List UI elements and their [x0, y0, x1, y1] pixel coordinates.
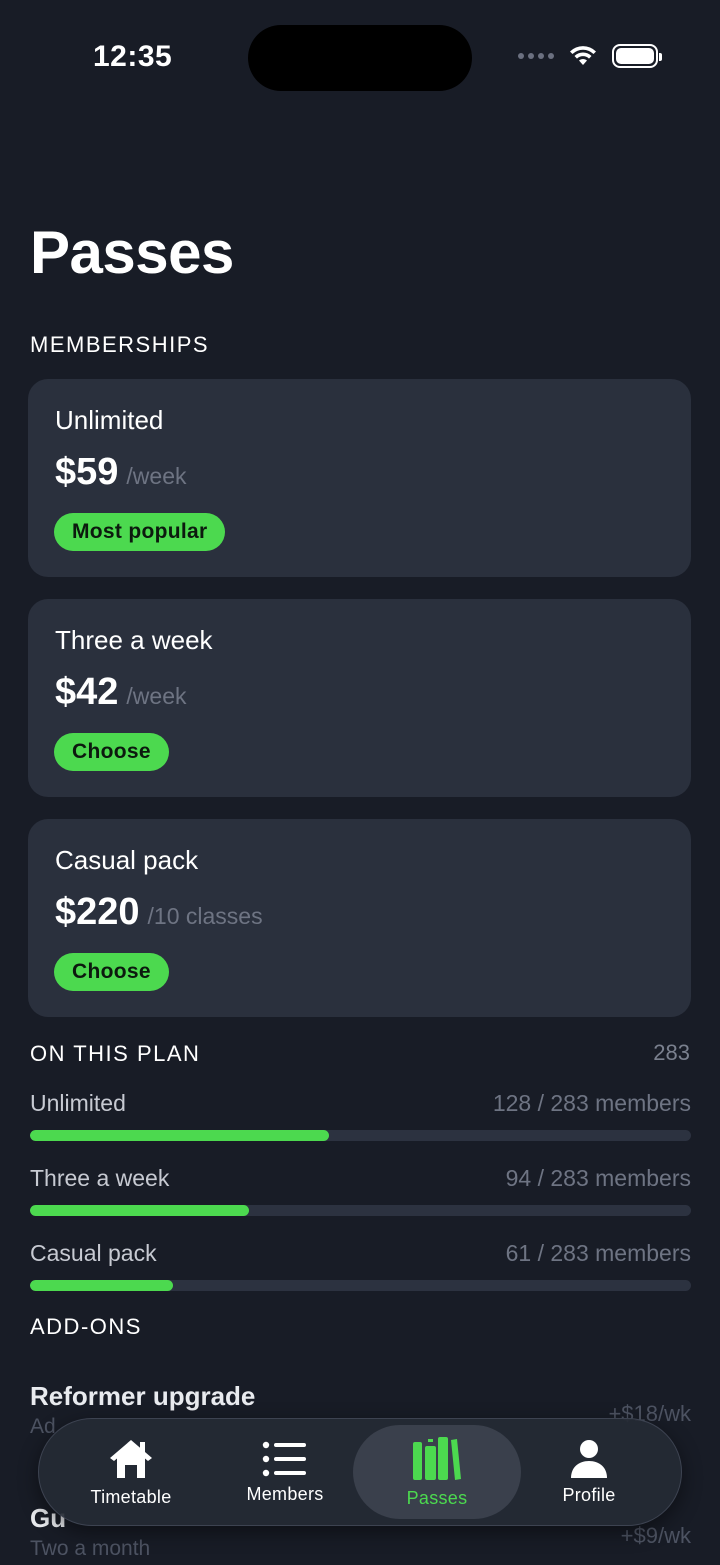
- choose-button[interactable]: Choose: [54, 733, 169, 771]
- tab-passes[interactable]: Passes: [353, 1425, 521, 1519]
- wifi-icon: [570, 46, 596, 65]
- plan-row-label: Unlimited: [30, 1090, 126, 1116]
- tab-profile[interactable]: Profile: [505, 1425, 673, 1519]
- plan-total-count: 283: [653, 1040, 690, 1065]
- tab-timetable[interactable]: Timetable: [47, 1425, 215, 1519]
- membership-price-row: $42 /week: [55, 671, 187, 714]
- page-title: Passes: [30, 219, 234, 286]
- membership-price-row: $220 /10 classes: [55, 891, 263, 934]
- membership-price: $59: [55, 451, 119, 493]
- memberships-heading: MEMBERSHIPS: [30, 332, 210, 357]
- tab-bar: Timetable Members Passes Profile: [38, 1418, 682, 1526]
- plan-row-label: Three a week: [30, 1165, 170, 1191]
- membership-name: Three a week: [55, 625, 213, 655]
- tab-label: Profile: [562, 1484, 616, 1505]
- membership-unit: /week: [126, 683, 187, 709]
- tab-members[interactable]: Members: [201, 1425, 369, 1519]
- plan-progress-track: [30, 1280, 691, 1291]
- plan-row-count: 61 / 283 members: [505, 1240, 691, 1266]
- status-icons: [518, 44, 662, 68]
- add-ons-heading: ADD-ONS: [30, 1314, 142, 1339]
- membership-card-unlimited[interactable]: Unlimited $59 /week Most popular: [28, 379, 691, 577]
- plan-row-label: Casual pack: [30, 1240, 157, 1266]
- membership-name: Unlimited: [55, 405, 164, 435]
- signal-dots-icon: [518, 53, 554, 59]
- membership-price-row: $59 /week: [55, 451, 187, 494]
- tab-label: Timetable: [90, 1486, 172, 1507]
- plan-progress-bar: [30, 1205, 250, 1216]
- person-icon: [571, 1439, 607, 1478]
- choose-button[interactable]: Choose: [54, 953, 169, 991]
- books-icon: [413, 1436, 461, 1480]
- battery-icon: [612, 44, 662, 68]
- membership-card-three-a-week[interactable]: Three a week $42 /week Choose: [28, 599, 691, 797]
- plan-progress-bar: [30, 1130, 329, 1141]
- membership-name: Casual pack: [55, 845, 199, 875]
- plan-row-count: 128 / 283 members: [492, 1090, 691, 1116]
- tab-label: Members: [246, 1483, 324, 1504]
- addon-price: +$9/wk: [620, 1523, 691, 1548]
- membership-price: $42: [55, 671, 119, 713]
- addon-title: Reformer upgrade: [30, 1381, 256, 1411]
- most-popular-badge[interactable]: Most popular: [54, 513, 226, 551]
- addon-subtitle: Two a month: [30, 1537, 151, 1560]
- tab-label: Passes: [406, 1487, 468, 1508]
- membership-unit: /week: [126, 463, 187, 489]
- membership-price: $220: [55, 891, 140, 933]
- on-this-plan-heading: ON THIS PLAN: [30, 1041, 201, 1066]
- status-time: 12:35: [93, 40, 173, 73]
- membership-unit: /10 classes: [147, 903, 263, 929]
- plan-progress-bar: [30, 1280, 173, 1291]
- screen: 12:35 Passes MEMBERSHIPS Unlimited $59 /…: [0, 0, 720, 1565]
- house-icon: [110, 1439, 152, 1478]
- plan-progress-track: [30, 1130, 691, 1141]
- plan-row-count: 94 / 283 members: [505, 1165, 691, 1191]
- dynamic-island: [248, 25, 472, 91]
- plan-progress-track: [30, 1205, 691, 1216]
- membership-card-casual-pack[interactable]: Casual pack $220 /10 classes Choose: [28, 819, 691, 1017]
- list-icon: [262, 1441, 306, 1476]
